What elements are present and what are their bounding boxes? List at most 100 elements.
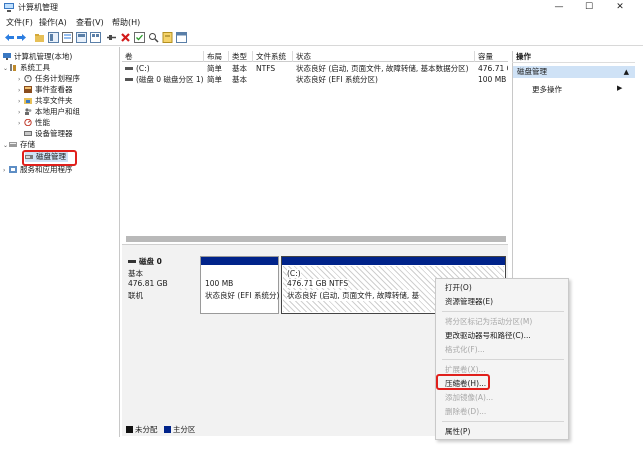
tree-item-device-manager[interactable]: 设备管理器 (18, 129, 73, 139)
menu-item-properties[interactable]: 属性(P) (445, 427, 470, 437)
menu-action[interactable]: 操作(A) (39, 17, 67, 28)
tree-item-services-apps[interactable]: › 服务和应用程序 (3, 165, 73, 175)
table-row[interactable]: (磁盘 0 磁盘分区 1) 简单 基本 状态良好 (EFI 系统分区) 100 … (122, 75, 508, 85)
volume-cell: (C:) (122, 64, 204, 74)
menu-item-open[interactable]: 打开(O) (445, 283, 472, 293)
primary-swatch (163, 426, 171, 433)
menu-separator (442, 421, 564, 422)
close-button[interactable]: ✕ (606, 0, 634, 14)
layout-cell: 简单 (207, 75, 222, 84)
menu-item-explorer[interactable]: 资源管理器(E) (445, 297, 493, 307)
forward-icon[interactable] (16, 32, 27, 43)
computer-management-icon (4, 3, 14, 12)
capacity-cell: 476.71 G (478, 64, 508, 73)
title-bar: 计算机管理 — ☐ ✕ (0, 0, 643, 15)
connect-icon[interactable] (106, 32, 117, 43)
navigation-tree: 计算机管理(本地) ⌄ 系统工具 › 任务计划程序 › 事件查看器 › 共享文件夹 › 本… (0, 47, 120, 437)
column-header-filesystem[interactable]: 文件系统 (253, 51, 293, 62)
menu-item-change-drive-letter[interactable]: 更改驱动器号和路径(C)... (445, 331, 531, 341)
show-hide-tree-icon[interactable] (48, 32, 59, 43)
tree-item-storage[interactable]: ⌄ 存储 (3, 140, 35, 150)
menu-item-mark-active[interactable]: 将分区标记为活动分区(M) (445, 317, 532, 327)
context-menu: 打开(O) 资源管理器(E) 将分区标记为活动分区(M) 更改驱动器号和路径(C… (435, 278, 569, 440)
column-header-type[interactable]: 类型 (229, 51, 253, 62)
status-cell: 状态良好 (EFI 系统分区) (296, 75, 378, 84)
partition-size: 100 MB (205, 279, 234, 288)
column-header-volume[interactable]: 卷 (122, 51, 204, 62)
clock-icon (24, 74, 32, 83)
maximize-button[interactable]: ☐ (575, 0, 603, 14)
table-row[interactable]: (C:) 简单 基本 NTFS 状态良好 (启动, 页面文件, 故障转储, 基本… (122, 64, 508, 74)
menu-separator (442, 359, 564, 360)
tree-item-local-users[interactable]: › 本地用户和组 (18, 107, 80, 117)
collapse-triangle-icon[interactable]: ▲ (624, 66, 629, 78)
users-icon (24, 108, 32, 115)
delete-icon[interactable] (120, 32, 131, 43)
tools-icon (9, 64, 17, 71)
tree-item-system-tools[interactable]: ⌄ 系统工具 (3, 63, 50, 73)
volume-cell: (磁盘 0 磁盘分区 1) (122, 75, 204, 85)
primary-partition-bar (282, 257, 505, 265)
filesystem-cell: NTFS (256, 64, 276, 73)
menu-item-format[interactable]: 格式化(F)... (445, 345, 485, 355)
partition-size: 476.71 GB NTFS (287, 279, 349, 288)
computer-icon (3, 53, 11, 60)
performance-icon (24, 118, 32, 127)
legend-unallocated: 未分配 (135, 425, 158, 434)
column-header-layout[interactable]: 布局 (204, 51, 229, 62)
note-icon[interactable] (162, 32, 173, 43)
drive-icon (125, 78, 133, 81)
properties-icon[interactable] (62, 32, 73, 43)
action-more[interactable]: 更多操作 ▶ (532, 84, 622, 95)
menu-item-delete-volume[interactable]: 删除卷(D)... (445, 407, 486, 417)
check-icon[interactable] (134, 32, 145, 43)
menu-file[interactable]: 文件(F) (6, 17, 33, 28)
status-cell: 状态良好 (启动, 页面文件, 故障转储, 基本数据分区) (296, 64, 469, 73)
menu-help[interactable]: 帮助(H) (112, 17, 140, 28)
type-cell: 基本 (232, 64, 247, 73)
window-title: 计算机管理 (18, 3, 58, 12)
partition-efi[interactable]: 100 MB 状态良好 (EFI 系统分) (200, 256, 279, 314)
submenu-arrow-icon: ▶ (617, 84, 623, 92)
disk-status: 联机 (128, 291, 143, 300)
disk-name: 磁盘 0 (139, 257, 162, 266)
tree-item-root[interactable]: 计算机管理(本地) (3, 52, 72, 62)
action-disk-management[interactable]: 磁盘管理 ▲ (513, 66, 635, 78)
storage-icon (9, 141, 17, 148)
disk-info[interactable]: 磁盘 0 基本 476.81 GB 联机 (126, 254, 196, 310)
horizontal-scrollbar[interactable] (126, 236, 506, 242)
layout-cell: 简单 (207, 64, 222, 73)
back-icon[interactable] (4, 32, 15, 43)
menu-separator (442, 311, 564, 312)
disk-size: 476.81 GB (128, 279, 168, 288)
tree-item-performance[interactable]: › 性能 (18, 118, 50, 128)
column-header-capacity[interactable]: 容量 (475, 51, 508, 62)
highlight-shrink-volume (436, 374, 490, 390)
unallocated-swatch (126, 426, 133, 433)
tree-item-shared-folders[interactable]: › 共享文件夹 (18, 96, 73, 106)
highlight-disk-management (22, 150, 77, 166)
device-manager-icon (24, 130, 32, 137)
menu-bar: 文件(F) 操作(A) 查看(V) 帮助(H) (0, 16, 643, 29)
menu-item-add-mirror[interactable]: 添加镜像(A)... (445, 393, 493, 403)
column-header-status[interactable]: 状态 (293, 51, 475, 62)
volume-list-header: 卷 布局 类型 文件系统 状态 容量 (122, 51, 508, 62)
up-folder-icon[interactable] (34, 32, 45, 43)
legend-primary: 主分区 (172, 425, 196, 434)
partition-name: (C:) (287, 269, 301, 278)
legend: 未分配 主分区 (126, 424, 195, 434)
primary-partition-bar (201, 257, 278, 265)
type-cell: 基本 (232, 75, 247, 84)
search-icon[interactable] (148, 32, 159, 43)
actions-header: 操作 (512, 51, 635, 63)
drive-icon (125, 67, 133, 70)
menu-view[interactable]: 查看(V) (76, 17, 104, 28)
minimize-button[interactable]: — (545, 0, 573, 14)
window-icon[interactable] (176, 32, 187, 43)
view-icon[interactable] (90, 32, 101, 43)
tree-item-task-scheduler[interactable]: › 任务计划程序 (18, 74, 80, 84)
help-icon[interactable] (76, 32, 87, 43)
tree-item-event-viewer[interactable]: › 事件查看器 (18, 85, 73, 95)
partition-status: 状态良好 (启动, 页面文件, 故障转储, 基 (287, 290, 420, 301)
shared-folder-icon (24, 97, 32, 104)
